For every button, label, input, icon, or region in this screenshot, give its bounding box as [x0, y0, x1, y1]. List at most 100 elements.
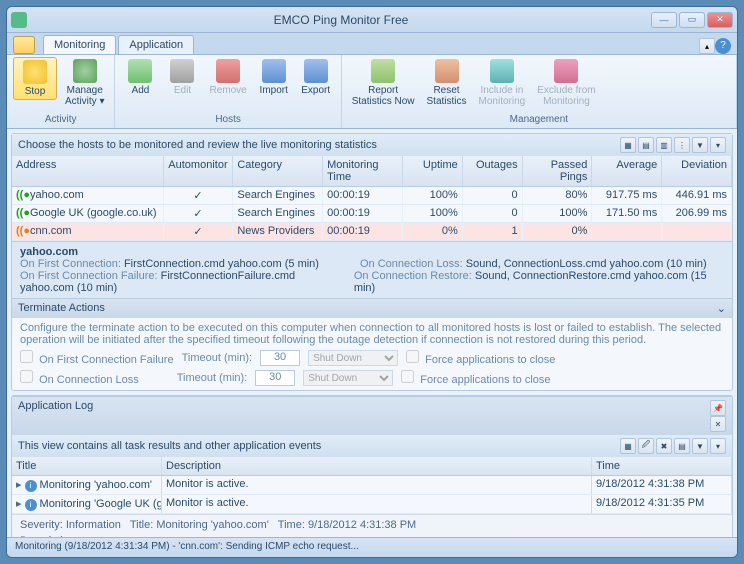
timeout-spinner[interactable]: 30: [255, 370, 295, 386]
timeout-label: Timeout (min):: [177, 372, 248, 384]
tab-application[interactable]: Application: [118, 35, 194, 54]
col-average[interactable]: Average: [592, 156, 662, 186]
application-log-panel: Application Log 📌 ✕ This view contains a…: [11, 395, 733, 537]
export-button[interactable]: Export: [297, 57, 335, 98]
include-monitoring-button[interactable]: Include in Monitoring: [475, 57, 530, 109]
tab-monitoring[interactable]: Monitoring: [43, 35, 116, 54]
report-statistics-button[interactable]: Report Statistics Now: [348, 57, 419, 109]
view-button[interactable]: ⋮: [674, 137, 690, 153]
terminate-section: Configure the terminate action to be exe…: [12, 318, 732, 390]
col-uptime[interactable]: Uptime: [403, 156, 463, 186]
log-button[interactable]: ▦: [620, 438, 636, 454]
qat-button[interactable]: [13, 36, 35, 54]
filter-button[interactable]: ▼: [692, 137, 708, 153]
report-icon: [371, 59, 395, 83]
exclude-monitoring-button[interactable]: Exclude from Monitoring: [533, 57, 599, 109]
detail-hostname: yahoo.com: [20, 246, 724, 258]
reset-statistics-button[interactable]: Reset Statistics: [423, 57, 471, 109]
content-area: Choose the hosts to be monitored and rev…: [7, 129, 737, 537]
include-icon: [490, 59, 514, 83]
filter-button[interactable]: ▼: [692, 438, 708, 454]
hosts-header-text: Choose the hosts to be monitored and rev…: [18, 139, 377, 151]
status-bar: Monitoring (9/18/2012 4:31:34 PM) - 'cnn…: [7, 537, 737, 557]
hosts-toolbar: ▦ ▤ ▥ ⋮ ▼ ▾: [620, 137, 726, 153]
ribbon-group-management: Report Statistics Now Reset Statistics I…: [342, 55, 737, 128]
applog-subheader: This view contains all task results and …: [12, 435, 732, 457]
group-label: Management: [348, 114, 730, 126]
col-deviation[interactable]: Deviation: [662, 156, 732, 186]
stop-icon: [23, 60, 47, 84]
host-row[interactable]: ((●cnn.com✓News Providers00:00:190%10%: [12, 223, 732, 241]
shutdown-select[interactable]: Shut Down: [303, 370, 393, 386]
close-panel-icon[interactable]: ✕: [710, 416, 726, 432]
exclude-icon: [554, 59, 578, 83]
timeout-label: Timeout (min):: [182, 352, 253, 364]
hosts-panel: Choose the hosts to be monitored and rev…: [11, 133, 733, 391]
import-button[interactable]: Import: [255, 57, 293, 98]
terminate-actions-header[interactable]: Terminate Actions⌄: [12, 298, 732, 318]
export-icon: [304, 59, 328, 83]
host-row[interactable]: ((●Google UK (google.co.uk)✓Search Engin…: [12, 205, 732, 223]
log-button[interactable]: ▤: [674, 438, 690, 454]
close-button[interactable]: ✕: [707, 12, 733, 28]
col-passed-pings[interactable]: Passed Pings: [523, 156, 593, 186]
col-automonitor[interactable]: Automonitor: [164, 156, 234, 186]
hosts-grid: Address Automonitor Category Monitoring …: [12, 156, 732, 241]
options-button[interactable]: ▾: [710, 137, 726, 153]
col-monitoring-time[interactable]: Monitoring Time: [323, 156, 403, 186]
shutdown-select[interactable]: Shut Down: [308, 350, 398, 366]
terminate-description: Configure the terminate action to be exe…: [20, 322, 724, 346]
edit-button[interactable]: Edit: [163, 57, 201, 98]
stop-button[interactable]: Stop: [13, 57, 57, 100]
ribbon: Stop Manage Activity ▾ Activity Add Edit…: [7, 55, 737, 129]
col-category[interactable]: Category: [233, 156, 323, 186]
log-col-title[interactable]: Title: [12, 457, 162, 475]
log-detail: Severity: Information Title: Monitoring …: [12, 514, 732, 537]
expand-icon: ⌄: [717, 302, 726, 315]
force-close-checkbox[interactable]: Force applications to close: [401, 370, 550, 386]
view-button[interactable]: ▤: [638, 137, 654, 153]
log-col-description[interactable]: Description: [162, 457, 592, 475]
group-label: Hosts: [121, 114, 334, 126]
maximize-button[interactable]: ▭: [679, 12, 705, 28]
log-row[interactable]: ▸iMonitoring 'Google UK (go...Monitor is…: [12, 495, 732, 514]
log-button[interactable]: 🖉: [638, 438, 654, 454]
ribbon-minimize-icon[interactable]: ▴: [699, 38, 715, 54]
hosts-panel-header: Choose the hosts to be monitored and rev…: [12, 134, 732, 156]
view-button[interactable]: ▥: [656, 137, 672, 153]
host-detail: yahoo.com On First Connection: FirstConn…: [12, 241, 732, 298]
first-conn-failure-checkbox[interactable]: On First Connection Failure: [20, 350, 174, 366]
conn-loss-checkbox[interactable]: On Connection Loss: [20, 370, 139, 386]
col-address[interactable]: Address: [12, 156, 164, 186]
force-close-checkbox[interactable]: Force applications to close: [406, 350, 555, 366]
timeout-spinner[interactable]: 30: [260, 350, 300, 366]
gear-icon: [73, 59, 97, 83]
window-title: EMCO Ping Monitor Free: [31, 13, 651, 27]
applog-description: This view contains all task results and …: [18, 440, 321, 452]
help-icon[interactable]: ?: [715, 38, 731, 54]
remove-icon: [216, 59, 240, 83]
options-button[interactable]: ▾: [710, 438, 726, 454]
add-button[interactable]: Add: [121, 57, 159, 98]
app-icon: [11, 12, 27, 28]
edit-icon: [170, 59, 194, 83]
col-outages[interactable]: Outages: [463, 156, 523, 186]
ribbon-tabbar: Monitoring Application ▴ ?: [7, 33, 737, 55]
remove-button[interactable]: Remove: [205, 57, 250, 98]
import-icon: [262, 59, 286, 83]
pin-icon[interactable]: 📌: [710, 400, 726, 416]
log-col-time[interactable]: Time: [592, 457, 732, 475]
ribbon-group-hosts: Add Edit Remove Import Export Hosts: [115, 55, 341, 128]
titlebar: EMCO Ping Monitor Free — ▭ ✕: [7, 7, 737, 33]
reset-icon: [435, 59, 459, 83]
applog-header: Application Log 📌 ✕: [12, 396, 732, 435]
add-icon: [128, 59, 152, 83]
view-button[interactable]: ▦: [620, 137, 636, 153]
group-label: Activity: [13, 114, 108, 126]
log-button[interactable]: ✖: [656, 438, 672, 454]
manage-activity-button[interactable]: Manage Activity ▾: [61, 57, 108, 109]
minimize-button[interactable]: —: [651, 12, 677, 28]
log-row[interactable]: ▸iMonitoring 'yahoo.com'Monitor is activ…: [12, 476, 732, 495]
quick-access-toolbar: [13, 36, 35, 54]
host-row[interactable]: ((●yahoo.com✓Search Engines00:00:19100%0…: [12, 187, 732, 205]
